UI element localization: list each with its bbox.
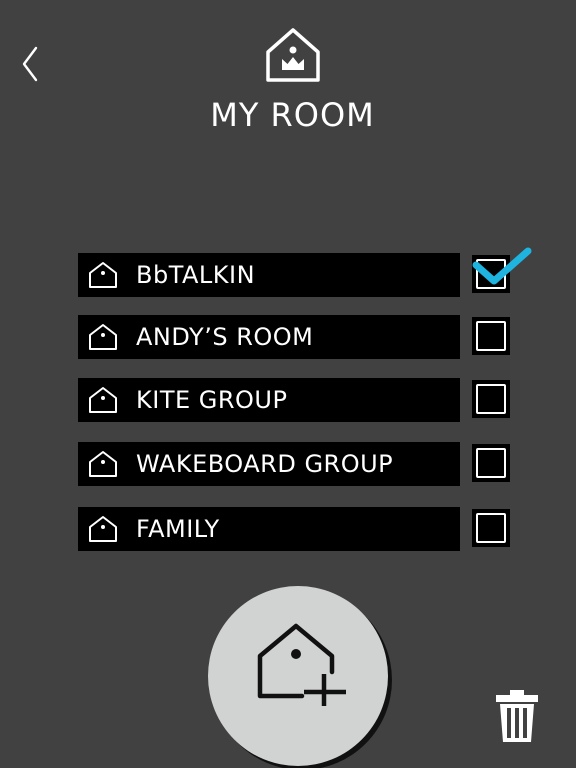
room-checkbox[interactable] xyxy=(472,380,510,418)
page-title: MY ROOM xyxy=(210,96,375,134)
room-row-kite-group: KITE GROUP xyxy=(78,378,518,422)
room-row-bbtalkin: BbTALKIN xyxy=(78,247,532,297)
house-crown-icon xyxy=(264,26,322,84)
room-row-wakeboard-group: WAKEBOARD GROUP xyxy=(78,442,518,486)
room-label: WAKEBOARD GROUP xyxy=(136,450,394,478)
check-icon xyxy=(472,247,532,285)
room-label: KITE GROUP xyxy=(136,386,288,414)
room-checkbox[interactable] xyxy=(472,444,510,482)
room-row-andys-room: ANDY’S ROOM xyxy=(78,315,518,359)
delete-button[interactable] xyxy=(494,688,540,744)
house-icon xyxy=(89,387,117,413)
house-icon xyxy=(89,516,117,542)
room-checkbox[interactable] xyxy=(472,509,510,547)
add-room-button[interactable] xyxy=(208,586,388,766)
room-item[interactable]: KITE GROUP xyxy=(78,378,460,422)
room-item[interactable]: WAKEBOARD GROUP xyxy=(78,442,460,486)
room-row-family: FAMILY xyxy=(78,507,518,551)
room-item[interactable]: ANDY’S ROOM xyxy=(78,315,460,359)
room-label: BbTALKIN xyxy=(136,261,256,289)
chevron-left-icon xyxy=(22,46,38,82)
back-button[interactable] xyxy=(18,44,44,84)
house-icon xyxy=(89,451,117,477)
house-icon xyxy=(89,262,117,288)
room-item[interactable]: FAMILY xyxy=(78,507,460,551)
room-label: FAMILY xyxy=(136,515,220,543)
room-label: ANDY’S ROOM xyxy=(136,323,314,351)
trash-icon xyxy=(496,690,538,742)
room-checkbox[interactable] xyxy=(472,317,510,355)
house-plus-icon xyxy=(257,623,346,706)
room-item[interactable]: BbTALKIN xyxy=(78,253,460,297)
house-icon xyxy=(89,324,117,350)
